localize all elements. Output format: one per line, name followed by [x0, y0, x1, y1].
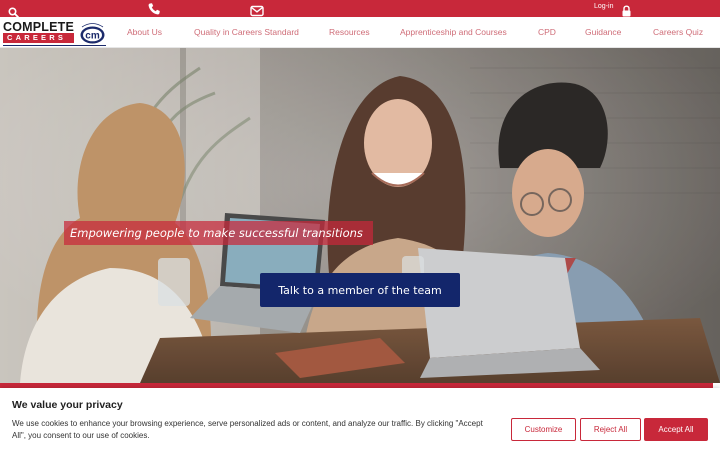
- hero-tagline: Empowering people to make successful tra…: [64, 221, 373, 245]
- cookie-consent-banner: We value your privacy We use cookies to …: [0, 388, 720, 450]
- cookie-text: We use cookies to enhance your browsing …: [12, 419, 483, 440]
- career-mark-badge-icon: cm: [80, 23, 105, 44]
- top-utility-bar: Log-in: [0, 0, 720, 18]
- svg-text:cm: cm: [85, 31, 100, 42]
- nav-guidance[interactable]: Guidance: [585, 27, 621, 37]
- logo-word-careers: CAREERS: [3, 33, 74, 43]
- accept-all-button[interactable]: Accept All: [644, 418, 708, 441]
- cookie-title: We value your privacy: [12, 399, 123, 411]
- logo-underline: [3, 45, 106, 46]
- hero-banner: [0, 48, 720, 383]
- nav-cpd[interactable]: CPD: [538, 27, 556, 37]
- nav-quality-in-careers-standard[interactable]: Quality in Careers Standard: [194, 27, 299, 37]
- nav-apprenticeship-and-courses[interactable]: Apprenticeship and Courses: [400, 27, 507, 37]
- reject-all-button[interactable]: Reject All: [580, 418, 641, 441]
- nav-about-us[interactable]: About Us: [127, 27, 162, 37]
- nav-careers-quiz[interactable]: Careers Quiz: [653, 27, 703, 37]
- customize-button[interactable]: Customize: [511, 418, 576, 441]
- site-logo[interactable]: COMPLETE CAREERS cm: [2, 19, 106, 47]
- talk-to-team-button[interactable]: Talk to a member of the team: [260, 273, 460, 307]
- login-link[interactable]: Log-in: [594, 3, 613, 10]
- logo-word-complete: COMPLETE: [3, 20, 75, 34]
- hero-photo: [0, 48, 720, 383]
- nav-resources[interactable]: Resources: [329, 27, 370, 37]
